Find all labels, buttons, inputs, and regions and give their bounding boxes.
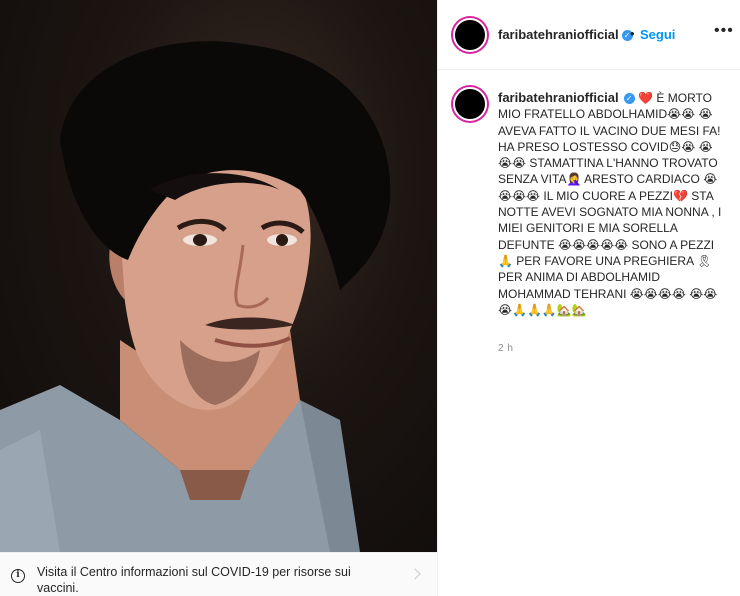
follow-button[interactable]: Segui <box>640 27 675 42</box>
separator-dot: • <box>630 26 635 41</box>
info-icon: i <box>11 569 25 583</box>
caption-text: ❤️ È MORTO MIO FRATELLO ABDOLHAMID😭😭 😭 A… <box>498 91 722 317</box>
avatar[interactable] <box>453 18 487 52</box>
header-username-text[interactable]: faribatehraniofficial <box>498 27 619 42</box>
post-timestamp[interactable]: 2 h <box>498 343 513 354</box>
header-username[interactable]: faribatehraniofficial ✓ <box>498 27 633 42</box>
chevron-right-icon <box>409 568 421 580</box>
post-header: faribatehraniofficial ✓ • Segui ••• <box>438 0 740 70</box>
caption-username[interactable]: faribatehraniofficial <box>498 90 619 105</box>
portrait-illustration <box>0 41 391 552</box>
post-photo[interactable] <box>0 0 437 552</box>
post-side-panel: faribatehraniofficial ✓ • Segui ••• farib… <box>437 0 740 596</box>
caption-verified-badge-icon: ✓ <box>623 93 635 104</box>
post-caption: faribatehraniofficial ✓ ❤️ È MORTO MIO FR… <box>498 90 723 318</box>
covid-banner-text: Visita il Centro informazioni sul COVID-… <box>37 565 351 595</box>
covid-info-banner[interactable]: i Visita il Centro informazioni sul COVI… <box>0 552 437 596</box>
more-options-icon[interactable]: ••• <box>714 22 734 40</box>
caption-avatar[interactable] <box>453 87 487 121</box>
